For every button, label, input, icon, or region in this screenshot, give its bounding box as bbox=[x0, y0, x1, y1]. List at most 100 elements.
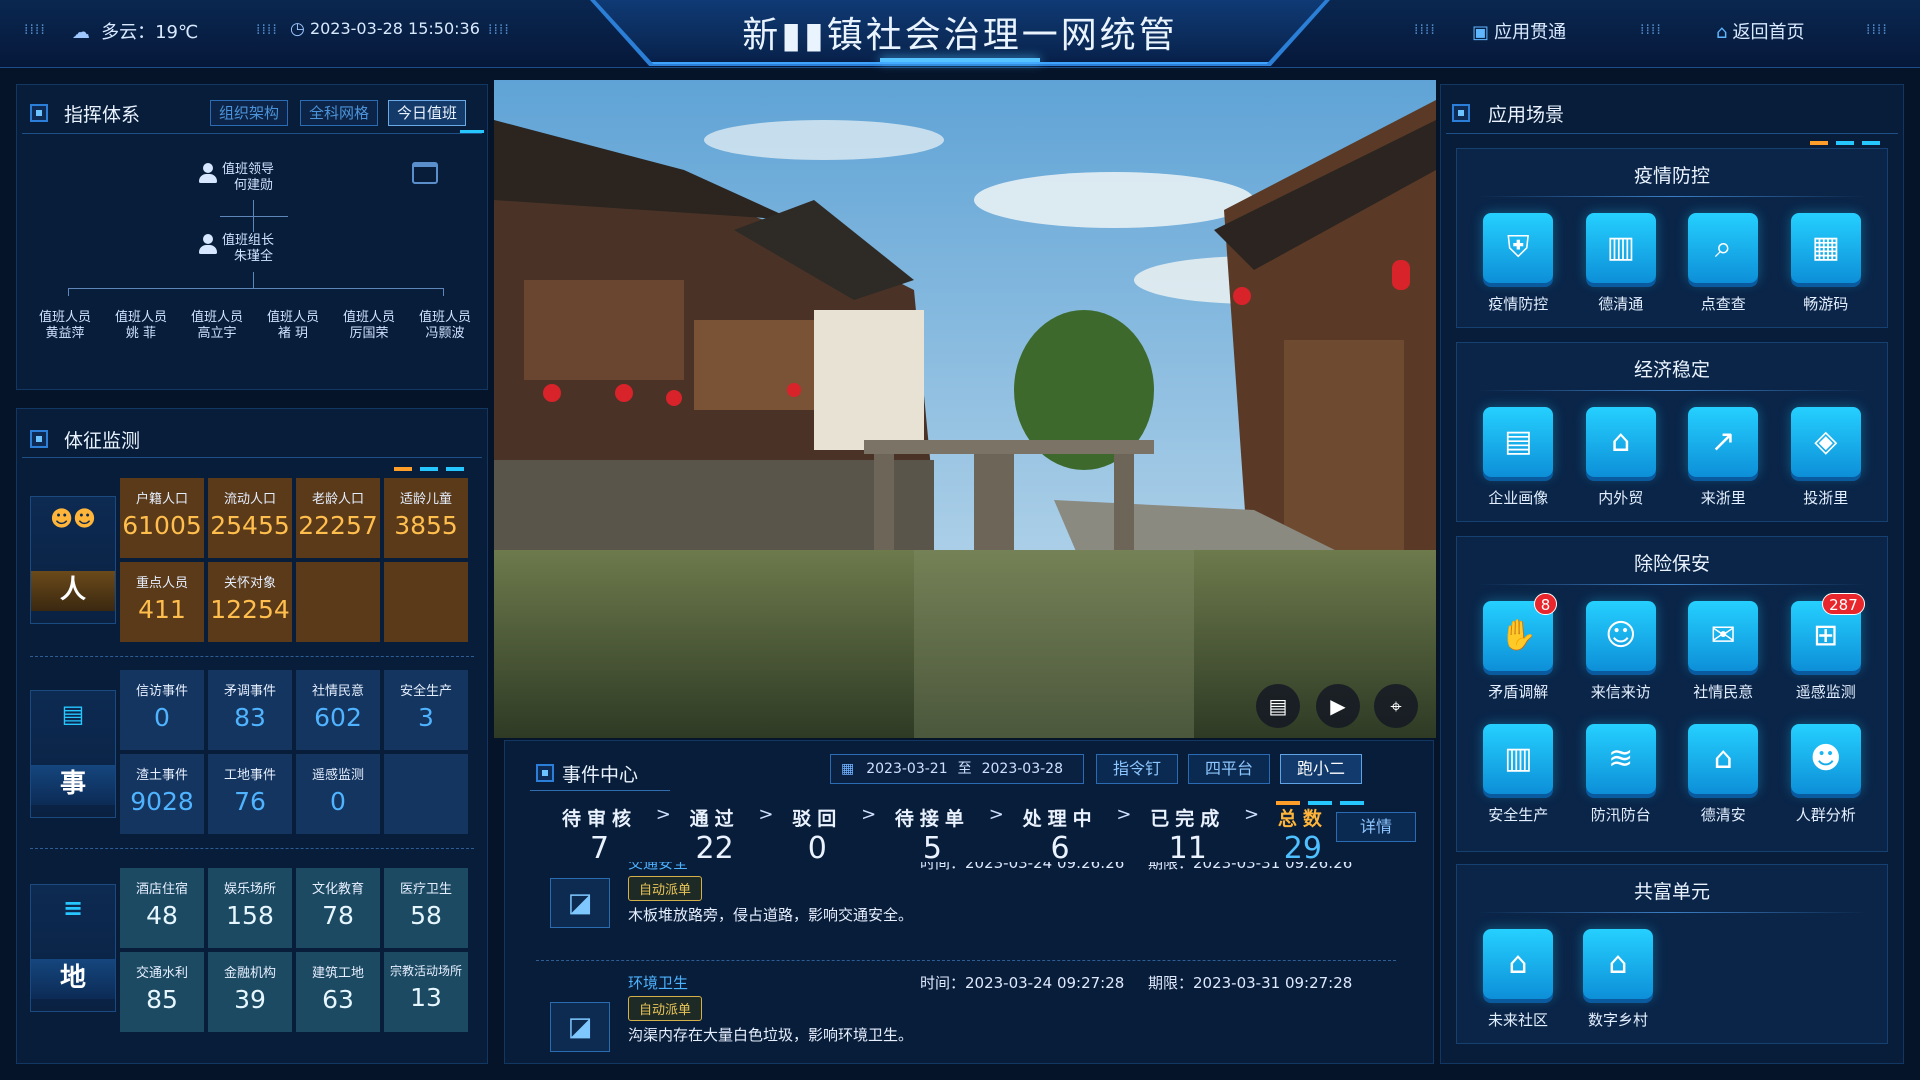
event-deadline: 期限：2023-03-31 09:26:26 bbox=[1148, 862, 1353, 872]
decor-dots: ⁞⁞⁞⁞ bbox=[24, 22, 46, 38]
stat-safety-production[interactable]: 安全生产 3 bbox=[384, 670, 468, 750]
stat-financial[interactable]: 金融机构 39 bbox=[208, 952, 292, 1032]
flow-total[interactable]: 总数 29 bbox=[1278, 804, 1328, 866]
app-deqing-tong[interactable]: ▥ 德清通 bbox=[1576, 213, 1666, 314]
stat-public-opinion[interactable]: 社情民意 602 bbox=[296, 670, 380, 750]
event-list[interactable]: ◪ 交通安全 时间：2023-03-24 09:26:26 期限：2023-03… bbox=[530, 862, 1410, 1058]
enterprise-icon: ▤ bbox=[1483, 407, 1554, 477]
stat-transport-water[interactable]: 交通水利 85 bbox=[120, 952, 204, 1032]
calendar-icon[interactable] bbox=[412, 162, 438, 184]
event-description: 沟渠内存在大量白色垃圾，影响环境卫生。 bbox=[628, 1026, 914, 1044]
document-icon[interactable]: ▤ bbox=[1256, 684, 1300, 728]
tab-today-duty[interactable]: 今日值班 bbox=[388, 100, 467, 126]
tab-org-structure[interactable]: 组织架构 bbox=[210, 100, 289, 126]
app-trade[interactable]: ⌂ 内外贸 bbox=[1576, 407, 1666, 508]
app-flood-typhoon[interactable]: ≋ 防汛防台 bbox=[1576, 724, 1666, 825]
stat-muck-events[interactable]: 渣土事件 9028 bbox=[120, 754, 204, 834]
org-connector bbox=[68, 288, 69, 296]
group-rule bbox=[1477, 196, 1867, 197]
trade-icon: ⌂ bbox=[1585, 407, 1656, 477]
app-future-community[interactable]: ⌂ 未来社区 bbox=[1473, 929, 1563, 1030]
event-item[interactable]: ◪ 交通安全 时间：2023-03-24 09:26:26 期限：2023-03… bbox=[530, 862, 1410, 958]
flow-approved[interactable]: 通过 22 bbox=[690, 804, 740, 866]
invest-icon: ◈ bbox=[1790, 407, 1861, 477]
flow-pending-accept[interactable]: 待接单 5 bbox=[895, 804, 970, 866]
nav-home-link[interactable]: ⌂ 返回首页 bbox=[1716, 18, 1805, 44]
satellite-icon: ⊞ 287 bbox=[1790, 593, 1865, 671]
stat-elderly-population[interactable]: 老龄人口 22257 bbox=[296, 478, 380, 558]
category-people: ☻☻ 人 bbox=[30, 496, 116, 624]
video-icon[interactable]: ▶ bbox=[1316, 684, 1360, 728]
flow-completed[interactable]: 已完成 11 bbox=[1150, 804, 1225, 866]
app-digital-village[interactable]: ⌂ 数字乡村 bbox=[1573, 929, 1663, 1030]
stat-education[interactable]: 文化教育 78 bbox=[296, 868, 380, 948]
stat-entertainment[interactable]: 娱乐场所 158 bbox=[208, 868, 292, 948]
app-letters-visits[interactable]: ☺ 来信来访 bbox=[1576, 601, 1666, 702]
title-glow bbox=[880, 58, 1040, 62]
tab-grid[interactable]: 全科网格 bbox=[300, 100, 379, 126]
chart-up-icon: ↗ bbox=[1688, 407, 1759, 477]
weather-text: 多云：19℃ bbox=[101, 22, 199, 43]
weather-widget: ☁ 多云：19℃ bbox=[72, 18, 198, 44]
stat-medical[interactable]: 医疗卫生 58 bbox=[384, 868, 468, 948]
stat-site-events[interactable]: 工地事件 76 bbox=[208, 754, 292, 834]
errand-button[interactable]: 跑小二 bbox=[1280, 754, 1362, 784]
flow-rejected[interactable]: 驳回 0 bbox=[792, 804, 842, 866]
stat-empty bbox=[384, 754, 468, 834]
stat-remote-sensing[interactable]: 遥感监测 0 bbox=[296, 754, 380, 834]
flow-arrow-icon: > bbox=[1116, 804, 1132, 825]
app-conflict-mediation[interactable]: ✋ 8 矛盾调解 bbox=[1473, 593, 1563, 702]
app-come-zhejiang[interactable]: ↗ 来浙里 bbox=[1678, 407, 1768, 508]
flow-pending-review[interactable]: 待审核 7 bbox=[562, 804, 637, 866]
stat-petition-events[interactable]: 信访事件 0 bbox=[120, 670, 204, 750]
app-crowd-analysis[interactable]: ☻ 人群分析 bbox=[1781, 724, 1871, 825]
app-invest-zhejiang[interactable]: ◈ 投浙里 bbox=[1781, 407, 1871, 508]
section-icon bbox=[30, 104, 48, 122]
detail-button[interactable]: 详情 bbox=[1336, 812, 1416, 842]
section-icon bbox=[536, 764, 554, 782]
stat-construction-sites[interactable]: 建筑工地 63 bbox=[296, 952, 380, 1032]
people-group-icon: ☻☻ bbox=[50, 507, 96, 532]
command-nail-button[interactable]: 指令钉 bbox=[1096, 754, 1178, 784]
stat-key-persons[interactable]: 重点人员 411 bbox=[120, 562, 204, 642]
date-range-picker[interactable]: ▦ 2023-03-21 至 2023-03-28 bbox=[830, 754, 1084, 784]
app-remote-sensing[interactable]: ⊞ 287 遥感监测 bbox=[1781, 593, 1871, 702]
app-spot-check[interactable]: ⌕ 点查查 bbox=[1678, 213, 1768, 314]
flow-processing[interactable]: 处理中 6 bbox=[1023, 804, 1098, 866]
org-connector bbox=[253, 200, 254, 216]
event-report-icon: ◪ bbox=[550, 1002, 610, 1052]
duty-staff-row: 值班人员 黄益萍 值班人员姚 菲 值班人员 高立宇 值班人员褚 玥 值班人员 厉国荣 … bbox=[30, 310, 480, 342]
duty-leader-name: 何建勋 bbox=[234, 178, 274, 193]
duty-leader-role: 值班领导 bbox=[222, 162, 275, 177]
app-enterprise-profile[interactable]: ▤ 企业画像 bbox=[1473, 407, 1563, 508]
group-leader-name: 朱瑾全 bbox=[234, 249, 274, 264]
app-travel-code[interactable]: ▦ 畅游码 bbox=[1781, 213, 1871, 314]
app-epidemic-control[interactable]: ⛨ 疫情防控 bbox=[1473, 213, 1563, 314]
app-safety-production[interactable]: ▥ 安全生产 bbox=[1473, 724, 1563, 825]
stat-registered-population[interactable]: 户籍人口 61005 bbox=[120, 478, 204, 558]
nav-apps-link[interactable]: ▣ 应用贯通 bbox=[1472, 18, 1566, 44]
stat-school-age-children[interactable]: 适龄儿童 3855 bbox=[384, 478, 468, 558]
map-pin-icon[interactable]: ⌖ bbox=[1374, 684, 1418, 728]
group-tiles: ✋ 8 矛盾调解 ☺ 来信来访 ✉ 社情民意 ⊞ 287 遥感监测 bbox=[1457, 593, 1887, 702]
event-item[interactable]: ◪ 环境卫生 时间：2023-03-24 09:27:28 期限：2023-03… bbox=[530, 972, 1410, 1058]
group-economy: 经济稳定 ▤ 企业画像 ⌂ 内外贸 ↗ 来浙里 ◈ 投浙里 bbox=[1456, 342, 1888, 522]
duty-staff: 值班人员 高立宇 bbox=[190, 310, 243, 341]
app-public-opinion[interactable]: ✉ 社情民意 bbox=[1678, 601, 1768, 702]
stat-religious-sites[interactable]: 宗教活动场所 13 bbox=[384, 952, 468, 1032]
clock-widget: ◷ 2023-03-28 15:50:36 bbox=[290, 19, 480, 39]
stat-mediation-events[interactable]: 矛调事件 83 bbox=[208, 670, 292, 750]
app-deqing-an[interactable]: ⌂ 德清安 bbox=[1678, 724, 1768, 825]
duty-leader-info: 值班领导 何建勋 bbox=[222, 162, 290, 194]
duty-staff: 值班人员褚 玥 bbox=[266, 310, 319, 341]
stat-empty bbox=[296, 562, 380, 642]
group-common-prosperity: 共富单元 ⌂ 未来社区 ⌂ 数字乡村 bbox=[1456, 864, 1888, 1044]
stat-care-targets[interactable]: 关怀对象 12254 bbox=[208, 562, 292, 642]
notification-badge: 287 bbox=[1822, 593, 1865, 615]
monitor-icon: ▣ bbox=[1472, 22, 1490, 43]
stat-hotels[interactable]: 酒店住宿 48 bbox=[120, 868, 204, 948]
four-platform-button[interactable]: 四平台 bbox=[1188, 754, 1270, 784]
group-tiles: ⛨ 疫情防控 ▥ 德清通 ⌕ 点查查 ▦ 畅游码 bbox=[1457, 213, 1887, 314]
stat-floating-population[interactable]: 流动人口 25455 bbox=[208, 478, 292, 558]
home-search-icon: ⌂ bbox=[1688, 724, 1759, 794]
